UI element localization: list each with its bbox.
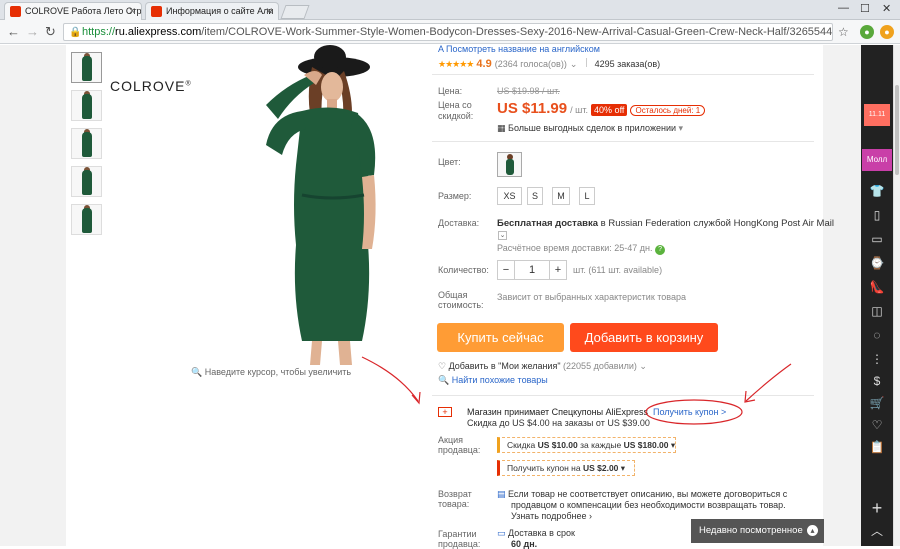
annotation-arrow-right xyxy=(745,363,792,402)
minimize-icon[interactable]: — xyxy=(838,2,849,14)
scroll-top-icon[interactable]: ︿ xyxy=(867,521,887,541)
cart-icon[interactable]: 🛒 xyxy=(867,393,887,413)
aliexpress-favicon-icon xyxy=(151,6,162,17)
tab-aliexpress-product[interactable]: COLROVE Работа Лето Стр ✕ xyxy=(4,2,142,20)
clipboard-icon[interactable]: 📋 xyxy=(867,437,887,457)
chevron-up-icon[interactable]: ▴ xyxy=(807,525,818,536)
tab-close-icon[interactable]: ✕ xyxy=(265,3,273,19)
phone-icon[interactable]: ▯ xyxy=(867,205,887,225)
bag-icon[interactable]: ◫ xyxy=(867,301,887,321)
aliexpress-favicon-icon xyxy=(10,6,21,17)
tab-bar: COLROVE Работа Лето Стр ✕ Информация о с… xyxy=(0,0,900,20)
lock-icon: 🔒 xyxy=(69,27,82,38)
url-scheme: https:// xyxy=(82,26,116,38)
sale-badge[interactable]: 11.11 xyxy=(864,104,890,126)
url-domain: ru.aliexpress.com xyxy=(115,26,202,38)
plus-icon[interactable]: + xyxy=(867,498,887,518)
extension-icon[interactable]: ● xyxy=(860,25,874,39)
mall-link[interactable]: Молл xyxy=(862,149,892,171)
reload-icon[interactable]: ↻ xyxy=(45,24,56,40)
computer-icon[interactable]: ▭ xyxy=(867,229,887,249)
annotation-layer xyxy=(361,356,792,425)
browser-toolbar: ← → ↻ 🔒 https://ru.aliexpress.com/item/C… xyxy=(0,20,900,44)
address-bar[interactable]: 🔒 https://ru.aliexpress.com/item/COLROVE… xyxy=(63,23,833,41)
shoe-icon[interactable]: 👠 xyxy=(867,277,887,297)
bulb-icon[interactable]: ◌ xyxy=(867,325,887,345)
extension-icon[interactable]: ● xyxy=(880,25,894,39)
heart-icon[interactable]: ♡ xyxy=(867,415,887,435)
url-path: /item/COLROVE-Work-Summer-Style-Women-Bo… xyxy=(201,26,833,38)
new-tab-button[interactable] xyxy=(280,5,310,19)
back-icon[interactable]: ← xyxy=(7,24,20,40)
more-icon[interactable]: ⋮ xyxy=(867,349,887,369)
scrollbar-thumb[interactable] xyxy=(895,85,899,175)
tab-title: Информация о сайте Али xyxy=(166,6,274,16)
bookmark-star-icon[interactable]: ☆ xyxy=(838,24,849,40)
recently-viewed-panel[interactable]: Недавно посмотренное ▴ xyxy=(691,519,824,543)
tshirt-icon[interactable]: 👕 xyxy=(867,181,887,201)
forward-icon[interactable]: → xyxy=(26,24,39,40)
recently-viewed-label: Недавно посмотренное xyxy=(699,525,803,536)
page-viewport: COLROVE® 🔍 Наведите курсор, чтобы увелич… xyxy=(0,44,900,549)
watch-icon[interactable]: ⌚ xyxy=(867,253,887,273)
coupon-sidebar-icon[interactable]: $ xyxy=(867,371,887,391)
maximize-icon[interactable]: ☐ xyxy=(860,2,870,15)
annotation-arrow-left xyxy=(361,356,419,402)
page-scrollbar[interactable] xyxy=(893,45,900,546)
window-close-icon[interactable]: ✕ xyxy=(882,2,891,15)
tab-title: COLROVE Работа Лето Стр xyxy=(25,6,142,16)
annotation-circle-coupon xyxy=(645,399,743,425)
aliexpress-sidebar: 11.11 Молл 👕 ▯ ▭ ⌚ 👠 ◫ ◌ ⋮ $ 🛒 ♡ 📋 + ︿ xyxy=(861,45,893,546)
tab-site-info[interactable]: Информация о сайте Али ✕ xyxy=(145,2,279,20)
tab-close-icon[interactable]: ✕ xyxy=(128,3,136,19)
